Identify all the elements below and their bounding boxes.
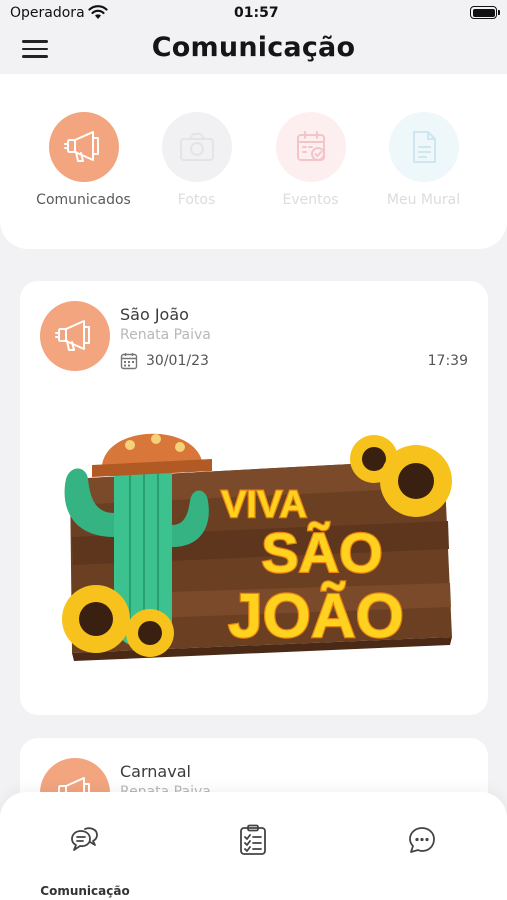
category-label: Comunicados [36,192,131,208]
nav-checklist[interactable] [193,822,313,892]
category-label: Eventos [282,192,339,208]
calendar-icon [120,353,138,370]
post-image-viva-sao-joao[interactable]: VIVA SÃO JOÃO [52,417,456,667]
chat-bubbles-icon [71,827,98,851]
sign-text-line1: VIVA [221,484,307,526]
category-label: Fotos [177,192,216,208]
nav-mensagens[interactable] [362,822,482,892]
nav-label: Comunicação [40,884,130,898]
category-eventos[interactable]: Eventos [254,112,367,208]
post-date: 30/01/23 [146,353,209,369]
post-time: 17:39 [427,353,468,369]
nav-comunicacao[interactable]: Comunicação [25,822,145,898]
category-meu-mural[interactable]: Meu Mural [367,112,480,208]
wifi-icon [88,5,108,19]
calendar-icon [275,112,346,182]
checklist-icon [240,824,266,855]
post-title: Carnaval [120,762,191,781]
document-icon [388,112,459,182]
battery-icon [470,6,500,19]
carrier-name: Operadora [10,5,85,21]
status-bar: Operadora 01:57 [0,0,507,28]
status-time: 01:57 [234,5,279,21]
post-date-row: 30/01/23 [120,352,209,370]
post-author: Renata Paiva [120,327,211,343]
category-card: Comunicados Fotos Eventos Meu Mural [0,74,507,249]
app-header: Comunicação [0,28,507,74]
post-card-sao-joao[interactable]: São João Renata Paiva 30/01/23 17:39 VIV… [20,281,488,715]
category-label: Meu Mural [386,192,461,208]
page-title: Comunicação [151,32,356,63]
category-fotos[interactable]: Fotos [140,112,253,208]
post-title: São João [120,305,189,324]
camera-icon [161,112,232,182]
message-icon [409,827,435,853]
megaphone-icon [48,112,119,182]
bottom-navigation: Comunicação [0,792,507,900]
sign-text-line2: SÃO [261,521,382,584]
megaphone-icon [40,301,110,371]
category-comunicados[interactable]: Comunicados [27,112,140,208]
sign-text-line3: JOÃO [228,582,404,651]
